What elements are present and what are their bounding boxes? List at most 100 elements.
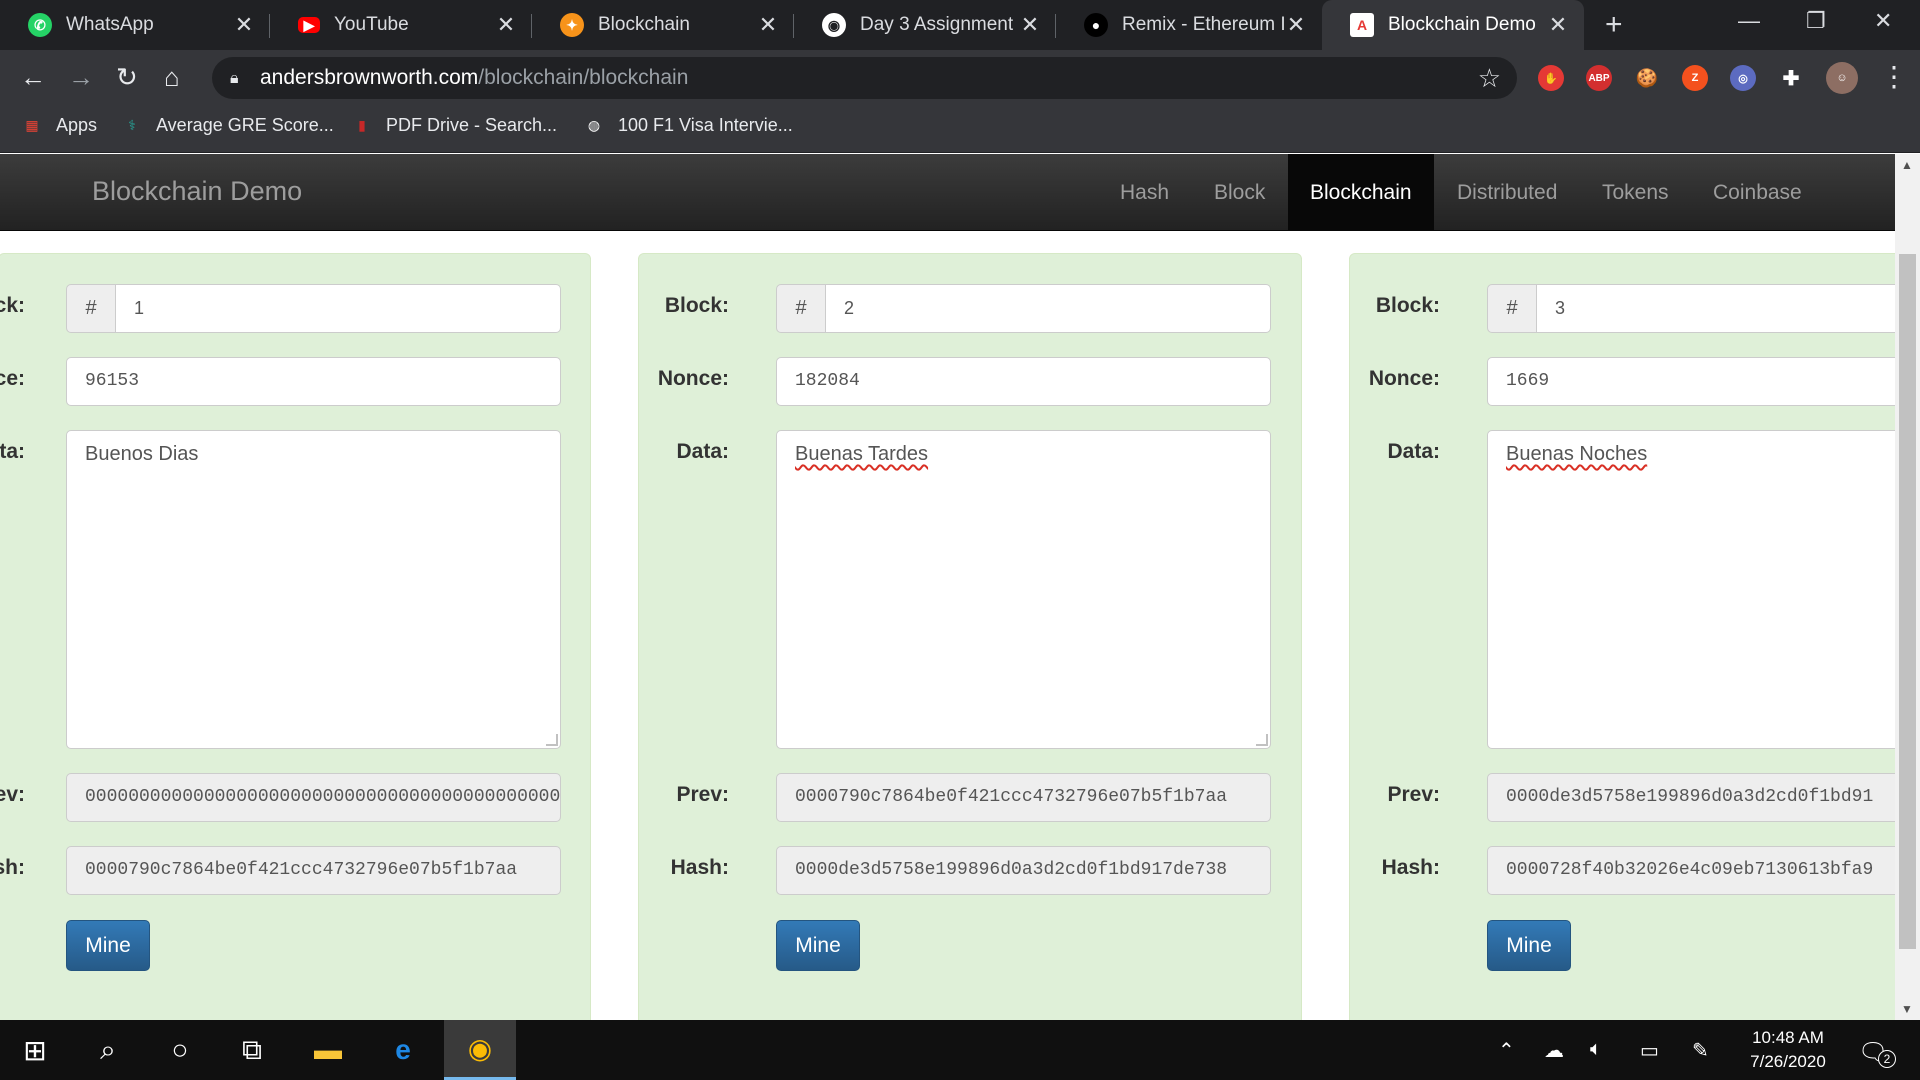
whatsapp-icon: ✆ bbox=[28, 13, 52, 37]
nonce-label: Nonce: bbox=[0, 367, 25, 390]
hash-field[interactable]: 0000728f40b32026e4c09eb7130613bfa9 bbox=[1487, 846, 1920, 895]
prev-hash-field[interactable]: 0000000000000000000000000000000000000000… bbox=[66, 773, 561, 822]
data-textarea[interactable]: Buenas Noches bbox=[1487, 430, 1920, 749]
battery-icon[interactable]: ▭ bbox=[1640, 1038, 1659, 1063]
site-navbar: Blockchain Demo Hash Block Blockchain Di… bbox=[0, 154, 1895, 231]
home-icon[interactable]: ⌂ bbox=[164, 62, 180, 93]
site-brand[interactable]: Blockchain Demo bbox=[92, 176, 302, 207]
tray-chevron-icon[interactable]: ⌃ bbox=[1498, 1038, 1515, 1063]
volume-icon[interactable]: 🔈︎ bbox=[1590, 1038, 1602, 1061]
bookmark-pdf-drive[interactable]: ▮ PDF Drive - Search... bbox=[352, 115, 557, 136]
hash-field[interactable]: 0000790c7864be0f421ccc4732796e07b5f1b7aa bbox=[66, 846, 561, 895]
block-number-addon: # bbox=[1487, 284, 1537, 333]
mine-button[interactable]: Mine bbox=[1487, 920, 1571, 971]
block-label: Block: bbox=[0, 294, 25, 317]
apps-grid-icon: ▦ bbox=[25, 117, 39, 133]
nav-distributed[interactable]: Distributed bbox=[1435, 154, 1579, 231]
close-icon[interactable]: ✕ bbox=[1546, 12, 1570, 38]
windows-start-icon[interactable]: ⊞ bbox=[5, 1020, 65, 1080]
cookie-icon[interactable]: 🍪 bbox=[1634, 65, 1660, 91]
mine-button[interactable]: Mine bbox=[776, 920, 860, 971]
puzzle-icon[interactable]: ✚ bbox=[1778, 65, 1804, 91]
tab-remix[interactable]: ● Remix - Ethereum ID ✕ bbox=[1056, 0, 1322, 50]
resize-handle[interactable] bbox=[1256, 734, 1268, 746]
nav-tokens[interactable]: Tokens bbox=[1580, 154, 1691, 231]
search-icon[interactable]: ⌕ bbox=[78, 1020, 138, 1080]
block-number-input[interactable]: 2 bbox=[826, 284, 1271, 333]
data-textarea[interactable]: Buenas Tardes bbox=[776, 430, 1271, 749]
block-number-input[interactable]: 3 bbox=[1537, 284, 1920, 333]
globe-icon: ◍ bbox=[587, 117, 601, 133]
bookmark-star-icon[interactable]: ☆ bbox=[1478, 63, 1501, 94]
blockchain-icon: ✦ bbox=[560, 13, 584, 37]
nonce-input[interactable]: 1669 bbox=[1487, 357, 1920, 406]
extension-eye-icon[interactable]: ◎ bbox=[1730, 65, 1756, 91]
tab-github[interactable]: ◉ Day 3 Assignment Up ✕ bbox=[794, 0, 1056, 50]
nav-block[interactable]: Block bbox=[1192, 154, 1287, 231]
extension-z-icon[interactable]: Z bbox=[1682, 65, 1708, 91]
bookmark-f1-visa[interactable]: ◍ 100 F1 Visa Intervie... bbox=[584, 115, 793, 136]
adblock-icon[interactable]: ✋ bbox=[1538, 65, 1564, 91]
bookmark-gre[interactable]: ⚕ Average GRE Score... bbox=[122, 115, 334, 136]
close-icon[interactable]: ✕ bbox=[232, 12, 256, 38]
pdf-drive-icon: ▮ bbox=[358, 117, 366, 133]
block-number-input[interactable]: 1 bbox=[116, 284, 561, 333]
notification-count: 2 bbox=[1878, 1050, 1896, 1068]
block-card-1: Block: # 1 Nonce: 96153 Data: Buenos Dia… bbox=[0, 253, 591, 1020]
github-icon: ◉ bbox=[822, 13, 846, 37]
nonce-input[interactable]: 96153 bbox=[66, 357, 561, 406]
restore-icon[interactable]: ❐ bbox=[1806, 8, 1826, 34]
menu-icon[interactable]: ⋮ bbox=[1880, 60, 1908, 93]
tab-blockchain[interactable]: ✦ Blockchain ✕ bbox=[532, 0, 794, 50]
close-icon[interactable]: ✕ bbox=[1284, 12, 1308, 38]
prev-hash-field[interactable]: 0000790c7864be0f421ccc4732796e07b5f1b7aa bbox=[776, 773, 1271, 822]
profile-avatar[interactable]: ☺ bbox=[1826, 62, 1858, 94]
data-textarea[interactable]: Buenos Dias bbox=[66, 430, 561, 749]
minimize-icon[interactable]: — bbox=[1738, 8, 1760, 34]
abp-icon[interactable]: ABP bbox=[1586, 65, 1612, 91]
hash-label: Hash: bbox=[0, 856, 25, 879]
onedrive-icon[interactable]: ☁ bbox=[1544, 1038, 1564, 1063]
prev-label: Prev: bbox=[676, 783, 729, 806]
file-explorer-icon[interactable]: ▬ bbox=[298, 1020, 358, 1080]
block-number-addon: # bbox=[776, 284, 826, 333]
block-label: Block: bbox=[1375, 294, 1440, 317]
back-icon[interactable]: ← bbox=[20, 62, 46, 93]
tab-youtube[interactable]: ▶ YouTube ✕ bbox=[270, 0, 532, 50]
window-close-icon[interactable]: ✕ bbox=[1874, 8, 1892, 34]
forward-icon[interactable]: → bbox=[68, 62, 94, 93]
prev-hash-field[interactable]: 0000de3d5758e199896d0a3d2cd0f1bd91 bbox=[1487, 773, 1920, 822]
browser-toolbar: ← → ↻ ⌂ 🔒︎ andersbrownworth.com/blockcha… bbox=[0, 50, 1920, 105]
chrome-taskbar-icon[interactable]: ◉ bbox=[444, 1020, 516, 1080]
nonce-input[interactable]: 182084 bbox=[776, 357, 1271, 406]
data-label: Data: bbox=[676, 440, 729, 463]
nav-coinbase[interactable]: Coinbase bbox=[1691, 154, 1824, 231]
address-bar[interactable]: 🔒︎ andersbrownworth.com/blockchain/block… bbox=[212, 57, 1517, 99]
scroll-down-icon[interactable]: ▼ bbox=[1901, 1002, 1913, 1016]
pen-icon[interactable]: ✎ bbox=[1692, 1038, 1709, 1063]
nav-hash[interactable]: Hash bbox=[1098, 154, 1191, 231]
cortana-icon[interactable]: ○ bbox=[150, 1020, 210, 1080]
scroll-up-icon[interactable]: ▲ bbox=[1901, 158, 1913, 172]
close-icon[interactable]: ✕ bbox=[494, 12, 518, 38]
lock-icon: 🔒︎ bbox=[230, 70, 239, 87]
reload-icon[interactable]: ↻ bbox=[116, 62, 138, 93]
page-viewport: Blockchain Demo Hash Block Blockchain Di… bbox=[0, 154, 1920, 1020]
new-tab-icon[interactable]: + bbox=[1605, 8, 1623, 42]
system-clock[interactable]: 10:48 AM 7/26/2020 bbox=[1738, 1026, 1838, 1074]
task-view-icon[interactable]: ⧉ bbox=[222, 1020, 282, 1080]
block-card-3: Block: # 3 Nonce: 1669 Data: Buenas Noch… bbox=[1349, 253, 1920, 1020]
block-label: Block: bbox=[664, 294, 729, 317]
close-icon[interactable]: ✕ bbox=[756, 12, 780, 38]
mine-button[interactable]: Mine bbox=[66, 920, 150, 971]
hash-field[interactable]: 0000de3d5758e199896d0a3d2cd0f1bd917de738 bbox=[776, 846, 1271, 895]
scroll-thumb[interactable] bbox=[1899, 254, 1916, 949]
tab-whatsapp[interactable]: ✆ WhatsApp ✕ bbox=[0, 0, 270, 50]
close-icon[interactable]: ✕ bbox=[1018, 12, 1042, 38]
edge-icon[interactable]: e bbox=[373, 1020, 433, 1080]
page-scrollbar[interactable]: ▲ ▼ bbox=[1895, 154, 1920, 1020]
nav-blockchain[interactable]: Blockchain bbox=[1288, 154, 1434, 231]
bookmark-apps[interactable]: ▦ Apps bbox=[22, 115, 97, 136]
resize-handle[interactable] bbox=[546, 734, 558, 746]
tab-blockchain-demo[interactable]: A Blockchain Demo ✕ bbox=[1322, 0, 1584, 50]
